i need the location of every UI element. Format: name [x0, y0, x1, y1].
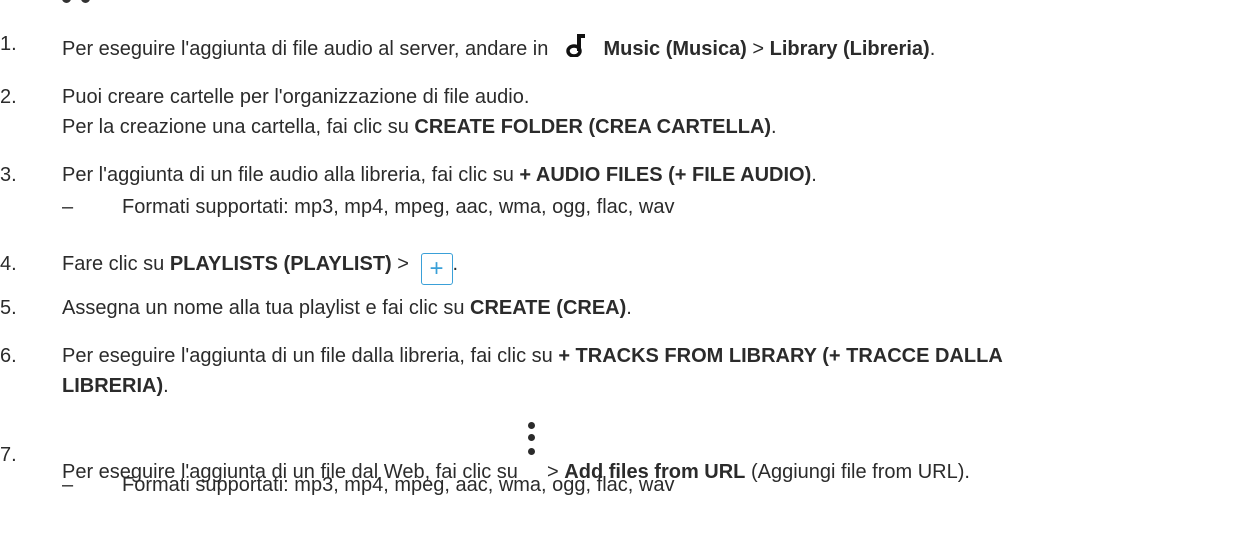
- step-text: Per l'aggiunta di un file audio alla lib…: [62, 164, 520, 186]
- step-text: Fare clic su: [62, 253, 170, 275]
- separator: >: [746, 38, 770, 60]
- supported-formats: Formati supportati: mp3, mp4, mpeg, aac,…: [122, 196, 675, 218]
- step-text: Per la creazione una cartella, fai clic …: [62, 116, 415, 138]
- audio-files-label: + AUDIO FILES (+ FILE AUDIO): [519, 164, 812, 186]
- plus-icon: +: [420, 253, 453, 285]
- step-number: 6.: [0, 345, 17, 367]
- create-label: CREATE (CREA): [470, 297, 627, 319]
- period: .: [163, 375, 169, 397]
- playlists-label: PLAYLISTS (PLAYLIST): [169, 253, 392, 275]
- library-menu-label: Library (Libreria): [769, 38, 930, 60]
- period: .: [929, 38, 936, 60]
- supported-formats: Formati supportati: mp3, mp4, mpeg, aac,…: [122, 474, 675, 496]
- tracks-from-library-label-cont: LIBRERIA): [62, 375, 164, 397]
- separator: >: [391, 253, 415, 275]
- step-number: 2.: [0, 86, 17, 108]
- bullet-dash: –: [62, 196, 74, 218]
- step-text: Puoi creare cartelle per l'organizzazion…: [62, 86, 530, 108]
- step-number: 5.: [0, 297, 17, 319]
- step-text-suffix: (Aggiungi file from URL).: [745, 461, 970, 483]
- period: .: [452, 253, 459, 275]
- step-number: 7.: [0, 444, 17, 466]
- step-text: Assegna un nome alla tua playlist e fai …: [62, 297, 470, 319]
- step-text: Per eseguire l'aggiunta di un file dalla…: [62, 345, 559, 367]
- create-folder-label: CREATE FOLDER (CREA CARTELLA): [414, 116, 772, 138]
- cropped-heading-fragment: [0, 0, 120, 4]
- step-number: 1.: [0, 33, 17, 55]
- music-menu-label: Music (Musica): [603, 38, 747, 60]
- step-number: 3.: [0, 164, 17, 186]
- period: .: [811, 164, 817, 186]
- bullet-dash: –: [62, 474, 74, 496]
- music-note-icon: [566, 33, 586, 63]
- period: .: [626, 297, 632, 319]
- period: .: [771, 116, 777, 138]
- tracks-from-library-label: + TRACKS FROM LIBRARY (+ TRACCE DALLA: [558, 345, 1003, 367]
- step-number: 4.: [0, 253, 17, 275]
- step-text: Per eseguire l'aggiunta di file audio al…: [62, 38, 549, 60]
